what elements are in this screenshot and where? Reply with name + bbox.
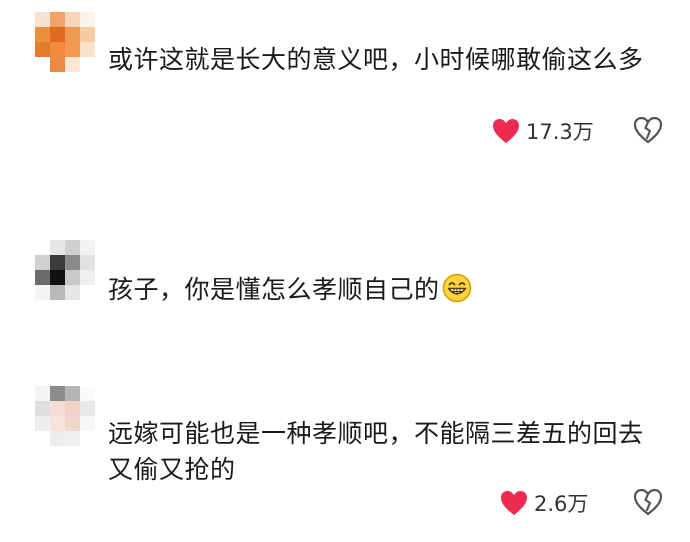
like-button[interactable]: 2.6万 — [500, 488, 588, 518]
like-button[interactable]: 17.3万 — [492, 116, 594, 146]
like-count: 2.6万 — [534, 492, 589, 516]
grinning-face-icon — [442, 273, 471, 303]
avatar[interactable] — [35, 12, 95, 72]
comment-text: 或许这就是长大的意义吧，小时候哪敢偷这么多 — [108, 45, 644, 74]
broken-heart-icon — [633, 116, 663, 144]
like-count: 17.3万 — [526, 120, 594, 144]
comment-item: 孩子，你是懂怎么孝顺自己的 — [0, 220, 690, 330]
comment-text: 孩子，你是懂怎么孝顺自己的 — [108, 272, 668, 308]
heart-icon — [493, 119, 519, 143]
comment-text: 远嫁可能也是一种孝顺吧，不能隔三差五的回去又偷又抢的 — [108, 419, 644, 484]
dislike-button[interactable] — [633, 488, 663, 516]
comment-text-content: 孩子，你是懂怎么孝顺自己的 — [108, 275, 440, 304]
comment-item: 远嫁可能也是一种孝顺吧，不能隔三差五的回去又偷又抢的 2.6万 — [0, 370, 690, 542]
heart-icon — [501, 491, 527, 515]
avatar[interactable] — [35, 386, 95, 446]
comment-item: 或许这就是长大的意义吧，小时候哪敢偷这么多 17.3万 — [0, 0, 690, 170]
dislike-button[interactable] — [633, 116, 663, 144]
avatar[interactable] — [35, 240, 95, 300]
broken-heart-icon — [633, 488, 663, 516]
